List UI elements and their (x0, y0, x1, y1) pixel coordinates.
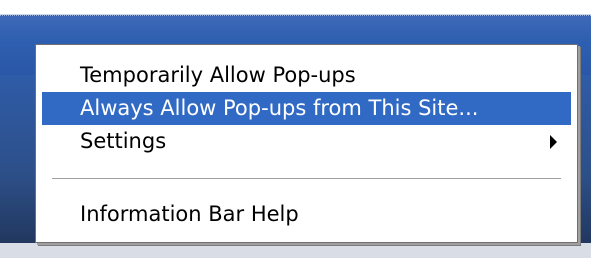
menu-item-label: Temporarily Allow Pop-ups (80, 63, 356, 87)
menu-item-information-bar-help[interactable]: Information Bar Help (42, 198, 571, 231)
menu-item-label: Always Allow Pop-ups from This Site... (80, 96, 479, 120)
menu-item-always-allow-popups[interactable]: Always Allow Pop-ups from This Site... (42, 92, 571, 125)
submenu-arrow-icon (550, 135, 557, 149)
menu-item-settings[interactable]: Settings (42, 125, 571, 158)
information-bar-context-menu: Temporarily Allow Pop-ups Always Allow P… (35, 44, 578, 243)
page-bottom-strip (0, 243, 591, 258)
menu-separator (52, 178, 561, 180)
window-top-strip (0, 0, 591, 15)
menu-item-label: Information Bar Help (80, 202, 299, 226)
menu-item-label: Settings (80, 129, 167, 153)
menu-item-temporarily-allow-popups[interactable]: Temporarily Allow Pop-ups (42, 59, 571, 92)
